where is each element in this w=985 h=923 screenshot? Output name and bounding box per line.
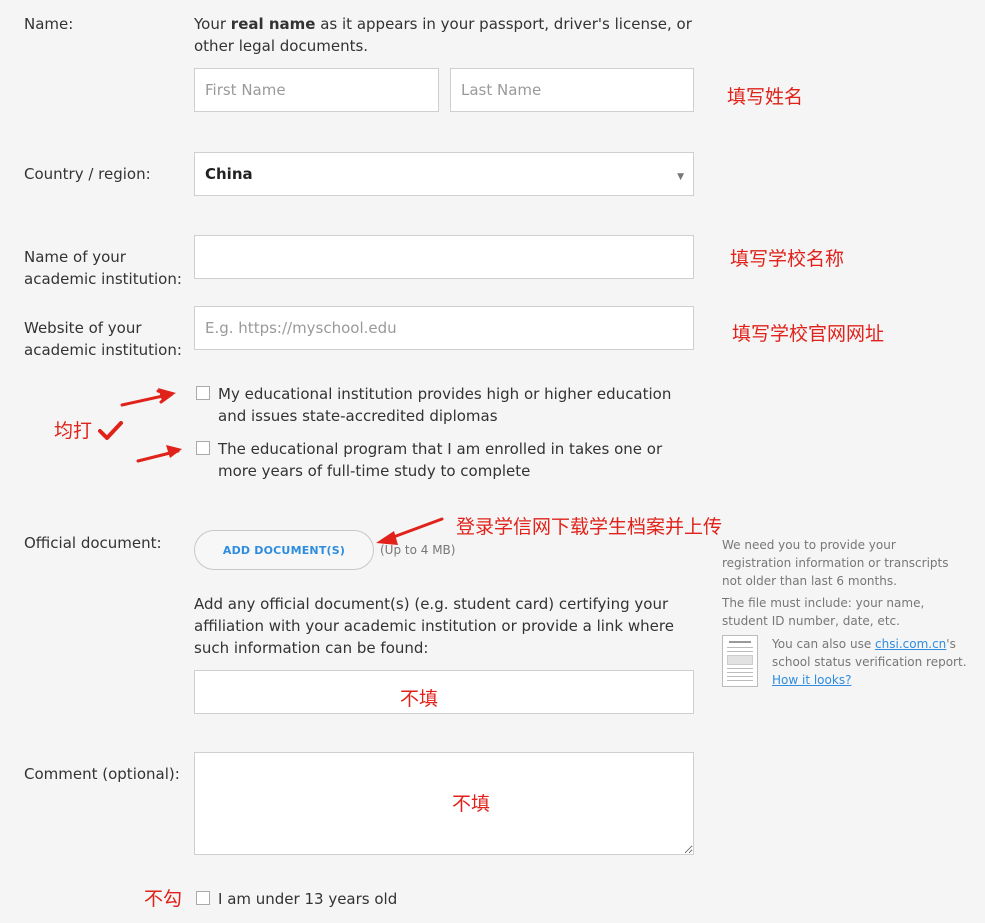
side-note-chsi-prefix: You can also use [772, 637, 876, 651]
last-name-input[interactable] [450, 68, 694, 112]
website-label: Website of your academic institution: [24, 319, 182, 359]
arrow-icon [136, 445, 182, 463]
institution-label: Name of your academic institution: [24, 248, 182, 288]
full-time-label: The educational program that I am enroll… [218, 440, 663, 480]
document-label: Official document: [24, 534, 162, 552]
annotation-leave-blank-link: 不填 [400, 688, 439, 710]
under-13-label: I am under 13 years old [218, 890, 398, 908]
country-select[interactable]: China ▼ [194, 152, 694, 196]
arrow-icon [120, 388, 176, 407]
annotation-fill-website: 填写学校官网网址 [732, 323, 885, 345]
name-intro-bold: real name [230, 15, 316, 33]
side-note-registration: We need you to provide your registration… [722, 538, 949, 588]
annotation-check-both: 均打 [54, 420, 93, 442]
checkmark-icon [98, 421, 123, 440]
comment-textarea[interactable] [194, 752, 694, 855]
higher-ed-checkbox[interactable] [196, 386, 210, 400]
website-input[interactable] [194, 306, 694, 350]
annotation-leave-blank-comment: 不填 [452, 793, 491, 815]
document-help-text: Add any official document(s) (e.g. stude… [194, 595, 674, 657]
chsi-link[interactable]: chsi.com.cn [875, 637, 946, 651]
country-label: Country / region: [24, 165, 151, 183]
higher-ed-label: My educational institution provides high… [218, 385, 672, 425]
annotation-do-not-check: 不勾 [144, 888, 183, 910]
add-document-button[interactable]: ADD DOCUMENT(S) [194, 530, 374, 570]
name-label: Name: [24, 15, 74, 33]
report-thumbnail[interactable] [722, 635, 758, 687]
document-link-input[interactable] [194, 670, 694, 714]
first-name-input[interactable] [194, 68, 439, 112]
how-it-looks-link[interactable]: How it looks? [772, 673, 851, 687]
side-note-chsi: You can also use chsi.com.cn's school st… [772, 635, 977, 689]
full-time-checkbox[interactable] [196, 441, 210, 455]
name-intro-prefix: Your [194, 15, 231, 33]
side-note-file-requirements: The file must include: your name, studen… [722, 596, 925, 628]
annotation-fill-school-name: 填写学校名称 [730, 248, 845, 270]
country-value: China [205, 165, 253, 183]
chevron-down-icon: ▼ [677, 172, 684, 182]
comment-label: Comment (optional): [24, 765, 180, 783]
institution-input[interactable] [194, 235, 694, 279]
annotation-upload-document: 登录学信网下载学生档案并上传 [456, 516, 723, 538]
annotation-fill-name: 填写姓名 [727, 86, 804, 108]
name-intro: Your real name as it appears in your pas… [194, 13, 694, 57]
under-13-checkbox[interactable] [196, 891, 210, 905]
arrow-icon [376, 517, 444, 545]
